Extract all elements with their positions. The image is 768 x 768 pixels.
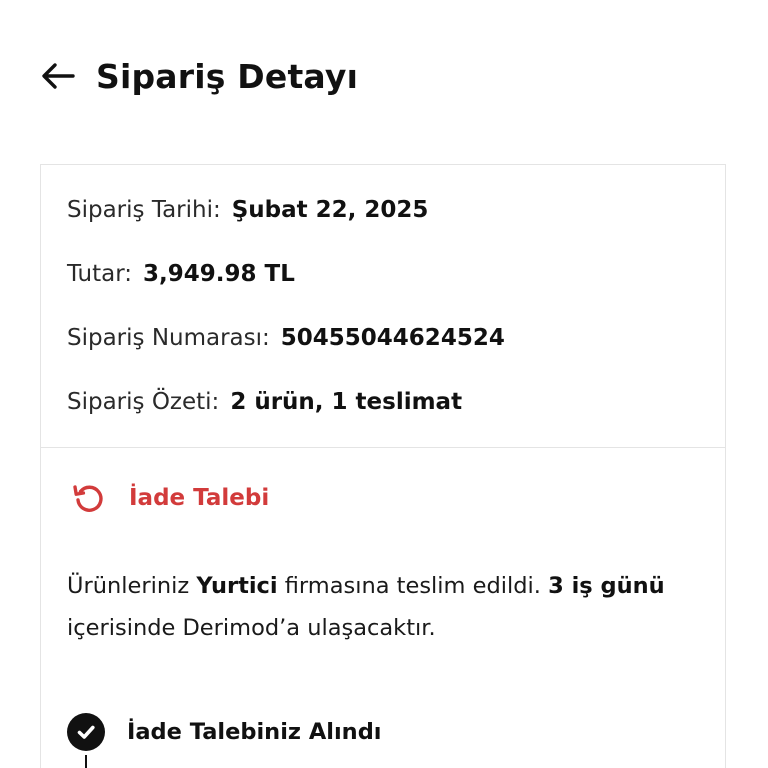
order-date-value: Şubat 22, 2025: [231, 197, 429, 223]
order-detail-page: Sipariş Detayı Sipariş Tarihi: Şubat 22,…: [0, 0, 768, 768]
timeline-step: İade Talebiniz Alındı: [67, 713, 382, 751]
order-date-label: Sipariş Tarihi:: [67, 197, 221, 223]
message-text-2: firmasına teslim edildi.: [277, 573, 549, 599]
message-text-1: Ürünleriniz: [67, 573, 197, 599]
message-text-3: içerisinde Derimod’a ulaşacaktır.: [67, 615, 436, 641]
carrier-name: Yurtici: [196, 573, 278, 599]
delivery-duration: 3 iş günü: [548, 573, 665, 599]
order-amount-row: Tutar: 3,949.98 TL: [67, 257, 699, 321]
back-button[interactable]: [40, 55, 82, 97]
timeline-step-label: İade Talebiniz Alındı: [127, 719, 382, 745]
page-title: Sipariş Detayı: [96, 56, 359, 96]
order-summary-label: Sipariş Özeti:: [67, 389, 220, 415]
order-summary-row: Sipariş Özeti: 2 ürün, 1 teslimat: [67, 385, 699, 449]
return-request-button[interactable]: İade Talebi: [71, 480, 269, 516]
order-summary-value: 2 ürün, 1 teslimat: [230, 389, 463, 415]
page-header: Sipariş Detayı: [40, 50, 358, 102]
divider: [41, 447, 725, 448]
timeline-connector: [85, 755, 87, 768]
order-info: Sipariş Tarihi: Şubat 22, 2025 Tutar: 3,…: [41, 165, 725, 447]
order-date-row: Sipariş Tarihi: Şubat 22, 2025: [67, 193, 699, 257]
arrow-left-icon: [42, 63, 75, 89]
order-number-row: Sipariş Numarası: 50455044624524: [67, 321, 699, 385]
order-amount-value: 3,949.98 TL: [143, 261, 295, 287]
order-amount-label: Tutar:: [67, 261, 133, 287]
refresh-icon: [71, 480, 107, 516]
check-circle-icon: [67, 713, 105, 751]
order-card: Sipariş Tarihi: Şubat 22, 2025 Tutar: 3,…: [40, 164, 726, 768]
delivery-message: Ürünleriniz Yurtici firmasına teslim edi…: [67, 565, 699, 649]
order-number-value: 50455044624524: [280, 325, 505, 351]
order-number-label: Sipariş Numarası:: [67, 325, 270, 351]
return-request-label: İade Talebi: [129, 485, 270, 511]
